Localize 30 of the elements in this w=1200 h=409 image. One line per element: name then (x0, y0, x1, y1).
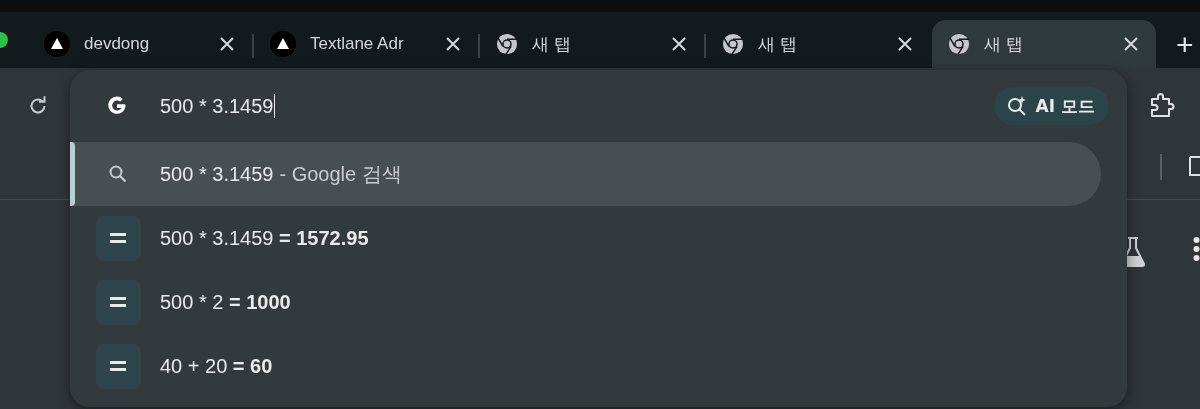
suggestion-source: - Google 검색 (279, 161, 402, 187)
suggestion-text: 500 * 2 = 1000 (160, 290, 291, 314)
triangle-logo-icon (44, 31, 70, 57)
suggestion-row[interactable]: 500 * 3.1459 = 1572.95 (70, 206, 1101, 270)
equals-icon (95, 279, 141, 325)
suggestion-row[interactable]: 500 * 3.1459 - Google 검색 (70, 142, 1101, 206)
equals-icon (95, 343, 141, 389)
chrome-icon (722, 33, 744, 55)
chrome-icon (948, 33, 970, 55)
suggestion-text: 40 + 20 = 60 (160, 354, 273, 378)
browser-tab[interactable]: 새 탭 (706, 20, 930, 68)
browser-tab[interactable]: 새 탭 (932, 20, 1156, 68)
google-icon (106, 95, 128, 117)
suggestion-text: 500 * 3.1459 = 1572.95 (160, 226, 369, 250)
browser-tab[interactable]: 새 탭 (480, 20, 704, 68)
suggestion-text: 500 * 3.1459 (160, 162, 274, 186)
chrome-icon (496, 33, 518, 55)
suggestion-row[interactable]: 40 + 20 = 60 (70, 334, 1101, 398)
triangle-logo-icon (270, 31, 296, 57)
search-icon (108, 164, 128, 184)
window-button-icon[interactable] (0, 32, 8, 48)
new-tab-button[interactable]: + (1176, 28, 1194, 62)
folder-icon[interactable] (1186, 155, 1200, 177)
address-field[interactable]: 500 * 3.1459 (160, 94, 994, 118)
equals-icon (95, 215, 141, 261)
menu-icon[interactable] (1193, 236, 1200, 262)
suggestion-row[interactable]: 500 * 2 = 1000 (70, 270, 1101, 334)
browser-tab[interactable]: Textlane Adr (254, 20, 478, 68)
ai-mode-button[interactable]: AI 모드 (993, 87, 1109, 125)
browser-tab[interactable]: devdong (28, 20, 252, 68)
